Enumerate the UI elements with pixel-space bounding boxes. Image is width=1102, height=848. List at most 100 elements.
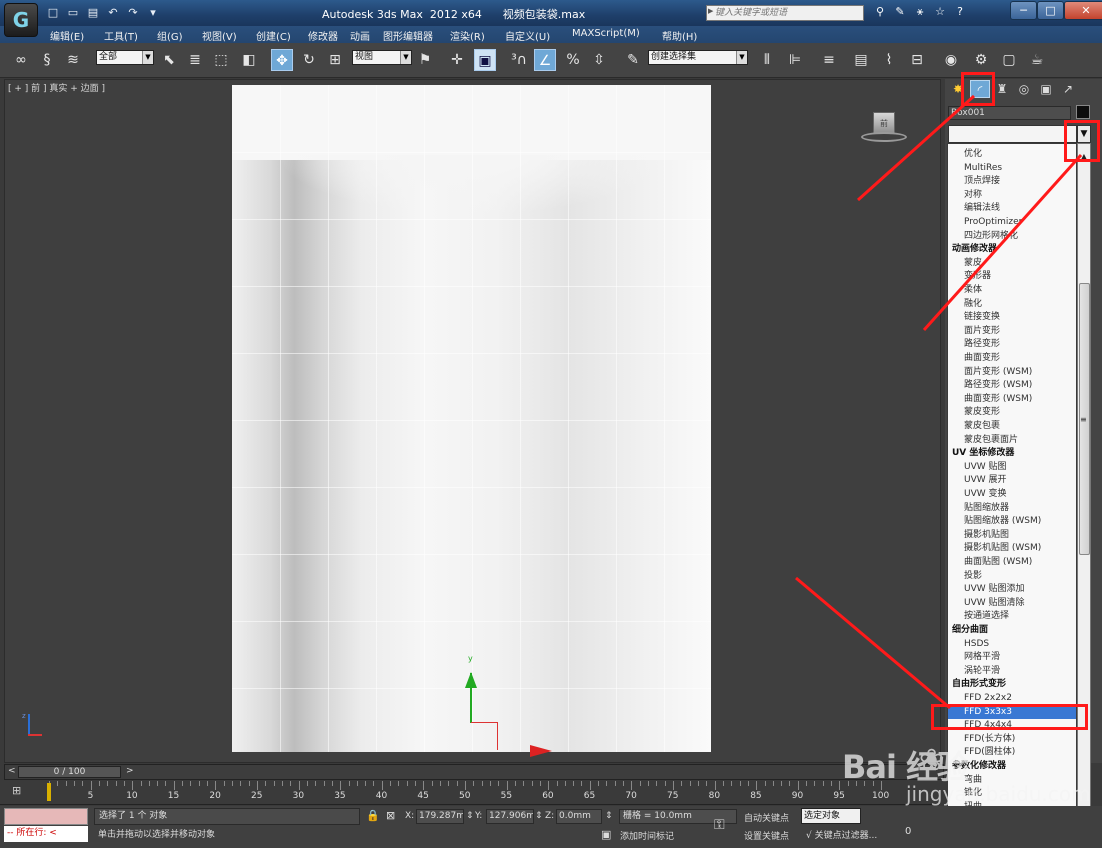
menu-animation[interactable]: 动画 [350,28,370,43]
modifier-item[interactable]: 顶点焊接 [948,175,1076,189]
new-file-icon[interactable]: □ [44,5,62,21]
layer-manager-icon[interactable]: ≡ [818,49,840,71]
menu-rendering[interactable]: 渲染(R) [450,28,485,43]
hierarchy-tab-icon[interactable]: ♜ [992,80,1012,98]
edit-named-selection-icon[interactable]: ✎ [622,49,644,71]
minimize-button[interactable]: ─ [1010,1,1037,20]
reference-coordinate-dropdown[interactable]: 视图 ▼ [352,50,412,65]
gizmo-x-arrow-icon[interactable] [530,745,552,757]
modifier-item[interactable]: ProOptimizer [948,216,1076,230]
search-input[interactable]: 键入关键字或短语 [706,5,864,21]
modifier-item[interactable]: 曲面贴图 (WSM) [948,556,1076,570]
render-production-icon[interactable]: ☕ [1026,49,1048,71]
modifier-item[interactable]: 贴图缩放器 (WSM) [948,515,1076,529]
timeline-next-arrow[interactable]: > [126,766,134,776]
z-coordinate-field[interactable]: 0.0mm [556,809,602,824]
lock-icon[interactable]: 🔒 [366,809,380,822]
gizmo-xy-plane[interactable] [471,722,498,723]
select-object-icon[interactable]: ⬉ [158,49,180,71]
select-by-name-icon[interactable]: ≣ [184,49,206,71]
percent-snap-icon[interactable]: % [562,49,584,71]
modifier-item[interactable]: 编辑法线 [948,202,1076,216]
modifier-item[interactable]: 投影 [948,570,1076,584]
maxscript-output[interactable]: -- 所在行: < [4,826,88,842]
modifier-item[interactable]: UVW 贴图 [948,461,1076,475]
rectangular-selection-icon[interactable]: ⬚ [210,49,232,71]
modifier-item[interactable]: 融化 [948,298,1076,312]
customize-dropdown-icon[interactable]: ▾ [144,5,162,21]
x-spinner-icon[interactable]: ⇕ [466,811,474,821]
close-button[interactable]: ✕ [1064,1,1102,20]
set-key-button[interactable]: 设置关键点 [744,829,789,842]
add-time-tag-button[interactable]: 添加时间标记 [620,829,674,842]
rendered-frame-window-icon[interactable]: ▢ [998,49,1020,71]
search-arrow-icon[interactable]: ▶ [708,7,713,15]
modifier-item[interactable]: MultiRes [948,162,1076,176]
modifier-item[interactable]: 摄影机贴图 [948,529,1076,543]
modifier-item[interactable]: 柔体 [948,284,1076,298]
modifier-item[interactable]: UVW 展开 [948,474,1076,488]
time-slider-track[interactable] [4,764,944,780]
menu-views[interactable]: 视图(V) [202,28,237,43]
save-file-icon[interactable]: ▤ [84,5,102,21]
frame-field[interactable]: 0 [905,826,911,837]
modifier-item[interactable]: UVW 变换 [948,488,1076,502]
modifier-item[interactable]: 曲面变形 (WSM) [948,393,1076,407]
x-coordinate-field[interactable]: 179.287mm [416,809,464,824]
selection-filter-dropdown[interactable]: 全部 ▼ [96,50,154,65]
mini-curve-editor-icon[interactable]: ⊞ [12,784,21,797]
curve-editor-icon[interactable]: ⌇ [878,49,900,71]
modifier-item[interactable]: 变形器 [948,270,1076,284]
schematic-view-icon[interactable]: ⊟ [906,49,928,71]
spinner-snap-icon[interactable]: ⇳ [588,49,610,71]
render-setup-icon[interactable]: ⚙ [970,49,992,71]
subscription-icon[interactable]: ✎ [892,4,908,20]
timeline-prev-arrow[interactable]: < [8,766,16,776]
redo-icon[interactable]: ↷ [124,5,142,21]
align-icon[interactable]: ⊫ [784,49,806,71]
modifier-item[interactable]: 蒙皮包裹 [948,420,1076,434]
utilities-tab-icon[interactable]: ↗ [1058,80,1078,98]
keyboard-shortcut-override-icon[interactable]: ▣ [474,49,496,71]
time-tag-icon[interactable]: ▣ [601,828,611,841]
viewcube-compass-ring[interactable] [861,132,907,142]
bind-space-warp-icon[interactable]: ≋ [62,49,84,71]
modifier-item[interactable]: 四边形网格化 [948,230,1076,244]
undo-icon[interactable]: ↶ [104,5,122,21]
modifier-item[interactable]: 优化 [948,148,1076,162]
modifier-item[interactable]: 蒙皮 [948,257,1076,271]
modifier-item[interactable]: 曲面变形 [948,352,1076,366]
menu-maxscript[interactable]: MAXScript(M) [572,28,640,39]
angle-snap-icon[interactable]: ∠ [534,49,556,71]
menu-group[interactable]: 组(G) [157,28,183,43]
mirror-icon[interactable]: ⫴ [756,49,778,71]
display-tab-icon[interactable]: ▣ [1036,80,1056,98]
select-and-scale-icon[interactable]: ⊞ [324,49,346,71]
link-icon[interactable]: ∞ [10,49,32,71]
object-color-swatch[interactable] [1076,105,1090,119]
maximize-button[interactable]: □ [1037,1,1064,20]
modifier-item[interactable]: 对称 [948,189,1076,203]
snaps-toggle-icon[interactable]: ³∩ [508,49,530,71]
select-and-move-icon[interactable]: ✥ [271,49,293,71]
named-selection-dropdown[interactable]: 创建选择集 ▼ [648,50,748,65]
modifier-item[interactable]: 按通道选择 [948,610,1076,624]
binoculars-icon[interactable]: ⚲ [872,4,888,20]
unlink-icon[interactable]: § [36,49,58,71]
auto-key-button[interactable]: 自动关键点 [744,811,789,824]
gizmo-xy-plane-edge[interactable] [497,722,498,750]
absolute-mode-icon[interactable]: ⊠ [386,809,395,822]
modifier-item[interactable]: 面片变形 (WSM) [948,366,1076,380]
select-and-rotate-icon[interactable]: ↻ [298,49,320,71]
menu-create[interactable]: 创建(C) [256,28,291,43]
maxscript-mini-listener[interactable] [4,808,88,825]
z-spinner-icon[interactable]: ⇕ [605,811,613,821]
menu-edit[interactable]: 编辑(E) [50,28,84,43]
app-logo-button[interactable]: G [4,3,38,37]
bag-object[interactable] [232,85,711,752]
modifier-item[interactable]: UVW 贴图添加 [948,583,1076,597]
graphite-tools-icon[interactable]: ▤ [850,49,872,71]
modifier-item[interactable]: HSDS [948,638,1076,652]
modifier-item[interactable]: 面片变形 [948,325,1076,339]
set-key-icon[interactable]: ⚿ [714,817,725,833]
